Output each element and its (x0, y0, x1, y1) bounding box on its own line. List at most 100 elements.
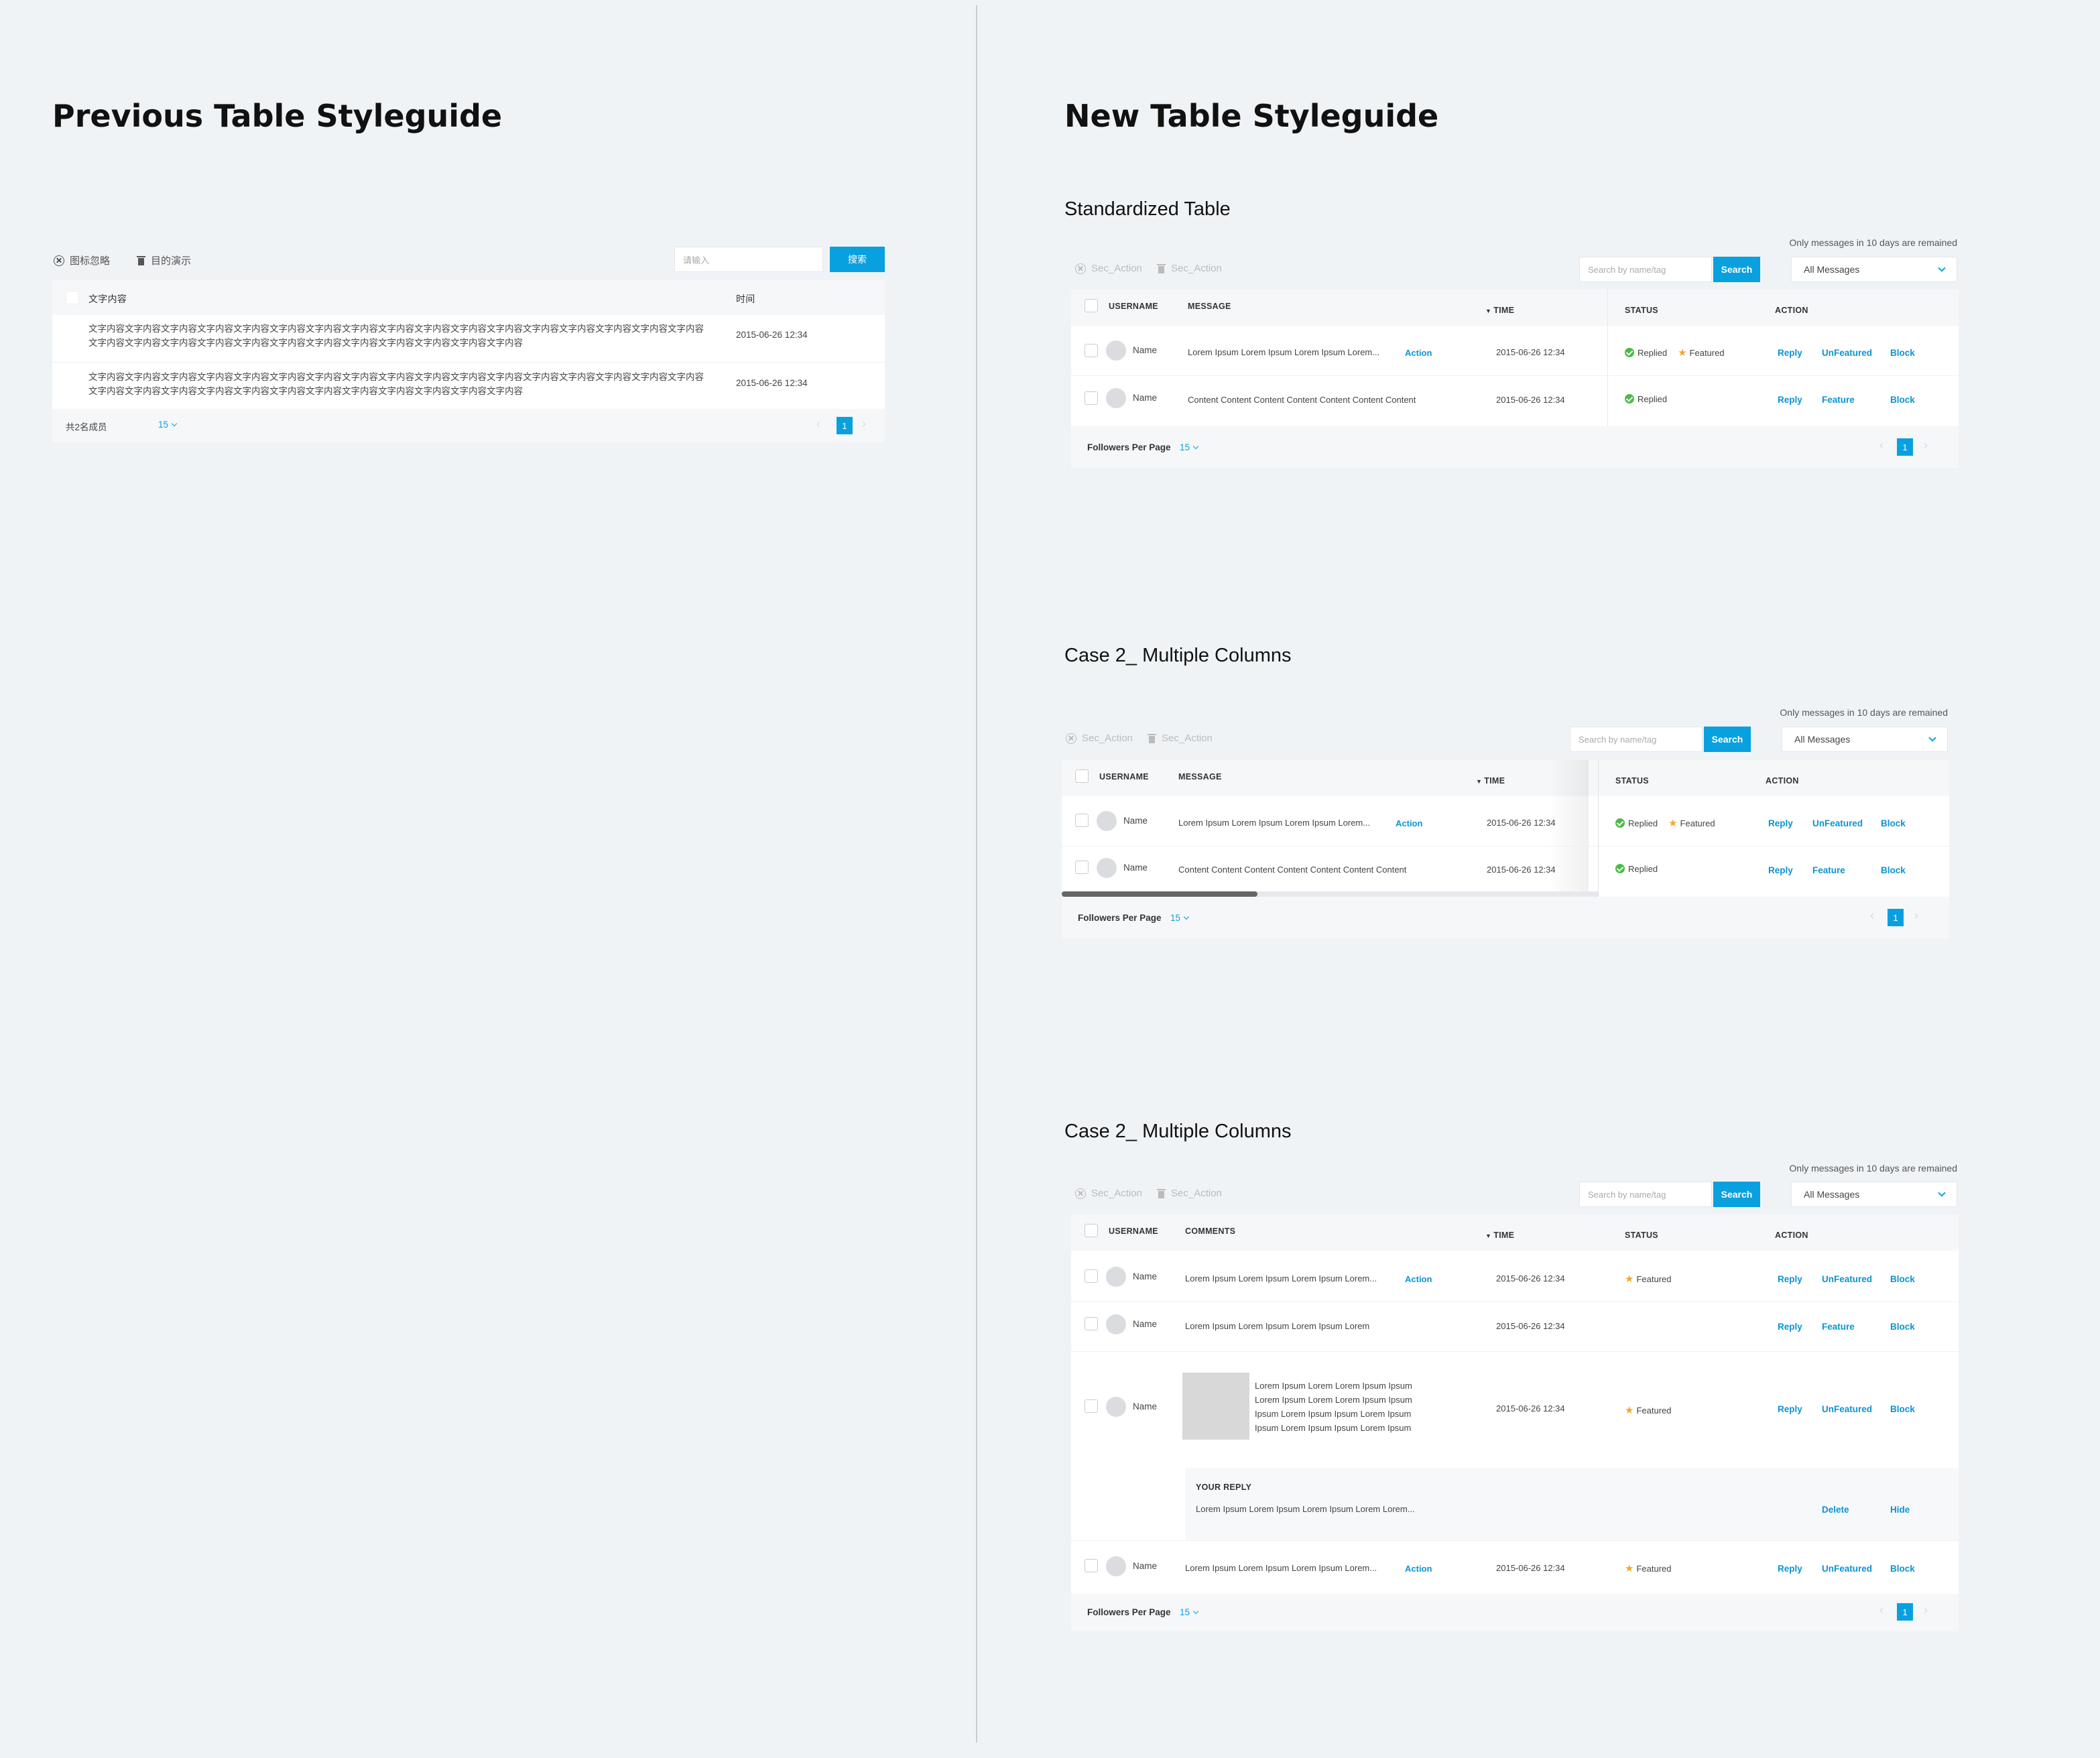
page-1-button[interactable]: 1 (837, 417, 853, 434)
reply-link[interactable]: Reply (1778, 395, 1802, 405)
sec-action-1[interactable]: Sec_Action (1066, 733, 1133, 744)
page-1-button[interactable]: 1 (1897, 1603, 1913, 1621)
block-link[interactable]: Block (1890, 1564, 1915, 1574)
unfeatured-link[interactable]: UnFeatured (1822, 1404, 1872, 1414)
search-button[interactable]: 搜索 (830, 247, 885, 272)
search-input[interactable]: Search by name/tag (1570, 727, 1703, 752)
unfeatured-link[interactable]: UnFeatured (1822, 1274, 1872, 1284)
select-all-checkbox[interactable] (1085, 299, 1098, 312)
reply-link[interactable]: Reply (1768, 818, 1793, 828)
row-checkbox[interactable] (1075, 861, 1089, 874)
delete-link[interactable]: Delete (1822, 1505, 1849, 1515)
row-checkbox[interactable] (1085, 1399, 1098, 1413)
row-checkbox[interactable] (1085, 391, 1098, 405)
search-input[interactable]: Search by name/tag (1579, 1182, 1712, 1207)
prev-page-icon[interactable]: ‹ (1879, 1603, 1883, 1617)
header-time[interactable]: ▼ TIME (1485, 1231, 1514, 1240)
header-time[interactable]: ▼ TIME (1485, 306, 1514, 315)
message-filter-select[interactable]: All Messages (1791, 257, 1957, 282)
select-all-checkbox[interactable] (1085, 1224, 1098, 1237)
search-button[interactable]: Search (1713, 1182, 1760, 1207)
star-icon: ★ (1625, 1273, 1634, 1285)
prev-page-icon[interactable]: ‹ (1879, 438, 1883, 452)
row-checkbox[interactable] (1075, 814, 1089, 827)
username[interactable]: Name (1133, 1319, 1157, 1329)
block-link[interactable]: Block (1890, 1274, 1915, 1284)
feature-link[interactable]: Feature (1822, 1322, 1855, 1332)
status-cell: Replied ★ Featured (1625, 347, 1725, 359)
username[interactable]: Name (1133, 1561, 1157, 1571)
comment-thumbnail[interactable] (1182, 1373, 1249, 1440)
block-link[interactable]: Block (1890, 1404, 1915, 1414)
reply-link[interactable]: Reply (1778, 1564, 1802, 1574)
page-1-button[interactable]: 1 (1897, 438, 1913, 456)
block-link[interactable]: Block (1890, 1322, 1915, 1332)
next-page-icon[interactable]: › (1924, 1603, 1928, 1617)
row-checkbox[interactable] (1085, 1559, 1098, 1572)
sec-action-1[interactable]: Sec_Action (1075, 1188, 1142, 1199)
per-page-select[interactable]: 15 (1170, 913, 1190, 923)
total-members: 共2名成员 (66, 422, 107, 432)
select-all-checkbox[interactable] (1075, 769, 1089, 783)
search-input[interactable]: Search by name/tag (1579, 257, 1712, 282)
per-page-select[interactable]: 15 (1180, 1607, 1199, 1617)
ignore-action[interactable]: 图标忽略 (54, 253, 110, 267)
username[interactable]: Name (1133, 1271, 1157, 1281)
username[interactable]: Name (1133, 393, 1157, 403)
select-all-checkbox[interactable] (66, 291, 79, 304)
reply-link[interactable]: Reply (1778, 1322, 1802, 1332)
username[interactable]: Name (1123, 863, 1148, 873)
sec-action-2[interactable]: Sec_Action (1157, 1188, 1222, 1199)
row-checkbox[interactable] (1085, 1317, 1098, 1330)
username[interactable]: Name (1123, 816, 1148, 826)
block-link[interactable]: Block (1881, 865, 1906, 875)
page-1-button[interactable]: 1 (1888, 909, 1904, 926)
status-featured: Featured (1689, 348, 1725, 358)
unfeatured-link[interactable]: UnFeatured (1812, 818, 1863, 828)
row-checkbox[interactable] (1085, 1269, 1098, 1283)
message-filter-select[interactable]: All Messages (1782, 727, 1948, 752)
inline-action-link[interactable]: Action (1405, 1564, 1432, 1574)
reply-link[interactable]: Reply (1778, 1404, 1802, 1414)
status-featured: Featured (1636, 1564, 1672, 1574)
next-page-icon[interactable]: › (862, 417, 866, 431)
status-replied: Replied (1638, 394, 1668, 404)
block-link[interactable]: Block (1890, 395, 1915, 405)
per-page-select[interactable]: 15 (158, 420, 178, 430)
demo-action[interactable]: 目的演示 (137, 253, 191, 267)
prev-page-icon[interactable]: ‹ (1870, 909, 1874, 923)
sec-action-2[interactable]: Sec_Action (1148, 733, 1213, 744)
inline-action-link[interactable]: Action (1405, 348, 1432, 358)
block-link[interactable]: Block (1890, 348, 1915, 358)
check-circle-icon (1615, 864, 1625, 873)
reply-link[interactable]: Reply (1768, 865, 1793, 875)
search-button[interactable]: Search (1713, 257, 1760, 282)
unfeatured-link[interactable]: UnFeatured (1822, 1564, 1872, 1574)
hide-link[interactable]: Hide (1890, 1505, 1910, 1515)
next-page-icon[interactable]: › (1924, 438, 1928, 452)
comment-line-3: Ipsum Lorem Ipsum Ipsum Lorem Ipsum (1255, 1409, 1412, 1419)
star-icon: ★ (1625, 1563, 1634, 1574)
scrollbar-thumb[interactable] (1062, 891, 1257, 897)
username[interactable]: Name (1133, 1401, 1157, 1411)
message-filter-select[interactable]: All Messages (1791, 1182, 1957, 1207)
reply-link[interactable]: Reply (1778, 348, 1802, 358)
time-value: 2015-06-26 12:34 (1496, 1403, 1565, 1414)
header-time[interactable]: ▼ TIME (1476, 776, 1505, 786)
reply-link[interactable]: Reply (1778, 1274, 1802, 1284)
next-page-icon[interactable]: › (1914, 909, 1918, 923)
per-page-select[interactable]: 15 (1180, 442, 1199, 452)
feature-link[interactable]: Feature (1822, 395, 1855, 405)
row-checkbox[interactable] (1085, 344, 1098, 357)
prev-page-icon[interactable]: ‹ (816, 417, 820, 431)
inline-action-link[interactable]: Action (1396, 818, 1422, 828)
search-input[interactable]: 请输入 (674, 247, 823, 272)
search-button[interactable]: Search (1704, 727, 1751, 752)
inline-action-link[interactable]: Action (1405, 1274, 1432, 1284)
sec-action-1[interactable]: Sec_Action (1075, 263, 1142, 274)
unfeatured-link[interactable]: UnFeatured (1822, 348, 1872, 358)
sec-action-2[interactable]: Sec_Action (1157, 263, 1222, 274)
feature-link[interactable]: Feature (1812, 865, 1845, 875)
block-link[interactable]: Block (1881, 818, 1906, 828)
username[interactable]: Name (1133, 345, 1157, 355)
